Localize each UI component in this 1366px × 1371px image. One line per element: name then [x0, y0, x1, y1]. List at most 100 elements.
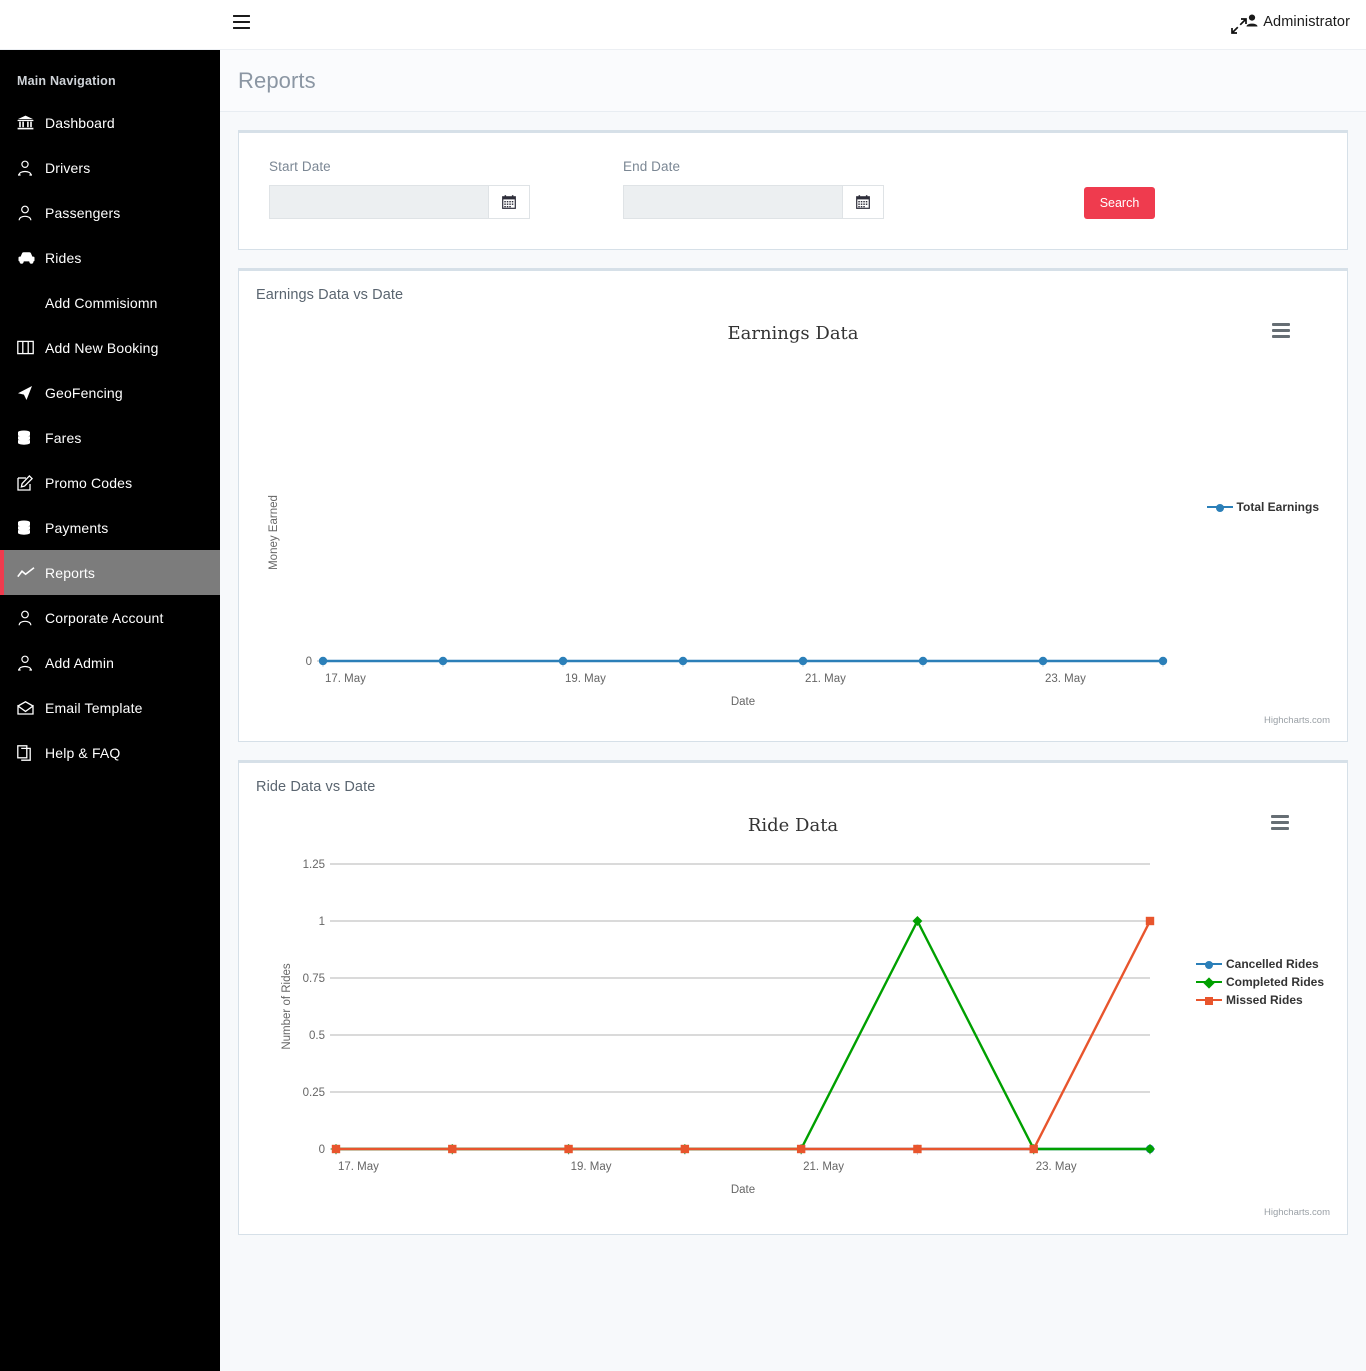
svg-text:Date: Date	[731, 1184, 755, 1196]
svg-text:17. May: 17. May	[325, 673, 366, 685]
legend-item[interactable]: Missed Rides	[1195, 991, 1324, 1009]
svg-text:21. May: 21. May	[803, 1161, 844, 1173]
svg-text:0.5: 0.5	[309, 1030, 325, 1042]
legend-marker-icon	[1206, 501, 1233, 513]
page-title: Reports	[238, 67, 316, 93]
page-header: Reports	[220, 50, 1366, 112]
sidebar-item-label: Add Admin	[45, 654, 115, 671]
legend-item[interactable]: Cancelled Rides	[1195, 955, 1324, 973]
chart-line-icon	[17, 566, 45, 579]
sidebar-item-label: Reports	[45, 564, 96, 581]
sidebar-item-corporate-account[interactable]: Corporate Account	[0, 595, 220, 640]
driver-icon	[17, 655, 45, 671]
sidebar-item-add-new-booking[interactable]: Add New Booking	[0, 325, 220, 370]
svg-text:0.75: 0.75	[303, 973, 325, 985]
end-date-calendar-icon[interactable]	[842, 185, 884, 219]
sidebar-item-reports[interactable]: Reports	[0, 550, 220, 595]
sidebar-item-label: Payments	[45, 519, 109, 536]
svg-text:23. May: 23. May	[1036, 1161, 1077, 1173]
sidebar-item-label: Promo Codes	[45, 474, 133, 491]
legend-label: Total Earnings	[1236, 500, 1319, 514]
start-date-input-group	[269, 185, 530, 219]
bank-icon	[17, 115, 45, 130]
svg-text:Number of Rides: Number of Rides	[281, 963, 293, 1050]
sidebar-item-email-template[interactable]: Email Template	[0, 685, 220, 730]
sidebar-item-payments[interactable]: Payments	[0, 505, 220, 550]
search-button[interactable]: Search	[1084, 187, 1155, 219]
earnings-chart-title: Earnings Data	[727, 323, 859, 344]
sidebar: Main Navigation Dashboard Drivers Passenge…	[0, 46, 220, 1371]
sidebar-item-dashboard[interactable]: Dashboard	[0, 100, 220, 145]
sidebar-item-label: Rides	[45, 249, 82, 266]
earnings-chart: Earnings Data 0 Money Earned 17. May 19. Ma…	[239, 303, 1347, 734]
legend-label: Missed Rides	[1225, 993, 1303, 1007]
end-date-input[interactable]	[623, 185, 842, 219]
chart-context-menu-icon[interactable]	[1272, 323, 1290, 338]
sidebar-item-fares[interactable]: Fares	[0, 415, 220, 460]
end-date-group: End Date	[623, 159, 884, 219]
user-icon	[1246, 14, 1258, 30]
earnings-plot-area: 0 Money Earned 17. May 19. May 21. May 23. Ma…	[239, 344, 1347, 734]
sidebar-item-promo-codes[interactable]: Promo Codes	[0, 460, 220, 505]
end-date-label: End Date	[623, 159, 681, 174]
legend-item[interactable]: Total Earnings	[1206, 498, 1319, 516]
sidebar-item-help-faq[interactable]: Help & FAQ	[0, 730, 220, 775]
sidebar-item-label: Drivers	[45, 159, 91, 176]
svg-text:Date: Date	[731, 696, 755, 708]
legend-item[interactable]: Completed Rides	[1195, 973, 1324, 991]
svg-text:0.25: 0.25	[303, 1087, 325, 1099]
chart-context-menu-icon[interactable]	[1271, 815, 1289, 830]
sidebar-item-add-admin[interactable]: Add Admin	[0, 640, 220, 685]
hamburger-icon[interactable]	[233, 15, 253, 35]
sidebar-item-passengers[interactable]: Passengers	[0, 190, 220, 235]
location-icon	[17, 385, 45, 401]
svg-text:19. May: 19. May	[571, 1161, 612, 1173]
filter-card-body: Start Date End Date Search	[239, 133, 1347, 249]
sidebar-item-rides[interactable]: Rides	[0, 235, 220, 280]
ride-plot-area: 0 0.25 0.5 0.75 1 1.25 Number of Rides 17. May 1…	[239, 836, 1347, 1226]
car-icon	[17, 251, 45, 265]
legend-label: Cancelled Rides	[1225, 957, 1319, 971]
user-icon	[17, 205, 45, 221]
svg-text:23. May: 23. May	[1045, 673, 1086, 685]
svg-text:0: 0	[306, 656, 312, 668]
svg-text:21. May: 21. May	[805, 673, 846, 685]
sidebar-item-add-commisiomn[interactable]: Add Commisiomn	[0, 280, 220, 325]
start-date-calendar-icon[interactable]	[488, 185, 530, 219]
ride-chart-title: Ride Data	[747, 815, 839, 836]
svg-text:Money Earned: Money Earned	[268, 495, 280, 570]
start-date-label: Start Date	[269, 159, 331, 174]
user-menu[interactable]: Administrator	[1246, 14, 1350, 30]
sidebar-item-drivers[interactable]: Drivers	[0, 145, 220, 190]
legend-marker-icon	[1195, 958, 1222, 970]
database-icon	[17, 430, 45, 446]
sidebar-item-label: Dashboard	[45, 114, 115, 131]
ride-card-title: Ride Data vs Date	[256, 779, 376, 795]
svg-text:1.25: 1.25	[303, 859, 325, 871]
sidebar-item-geofencing[interactable]: GeoFencing	[0, 370, 220, 415]
ride-credit[interactable]: Highcharts.com	[1264, 1207, 1330, 1218]
sidebar-section-title: Main Navigation	[17, 74, 116, 88]
sidebar-item-label: Add Commisiomn	[45, 294, 158, 311]
book-icon	[17, 340, 45, 355]
earnings-chart-card: Earnings Data vs Date Earnings Data 0 Mon…	[238, 268, 1348, 742]
earnings-plot-svg: 0 Money Earned 17. May 19. May 21. May 23. Ma…	[268, 495, 1168, 708]
sidebar-item-label: Add New Booking	[45, 339, 159, 356]
legend-marker-icon	[1195, 976, 1222, 989]
sidebar-item-label: Email Template	[45, 699, 143, 716]
legend-marker-icon	[1195, 994, 1222, 1006]
edit-icon	[17, 474, 45, 491]
svg-text:19. May: 19. May	[565, 673, 606, 685]
ride-legend: Cancelled Rides Completed Rides Missed Rid…	[1195, 955, 1324, 1009]
start-date-group: Start Date	[269, 159, 530, 219]
driver-icon	[17, 160, 45, 176]
earnings-credit[interactable]: Highcharts.com	[1264, 715, 1330, 726]
filter-card: Start Date End Date Search	[238, 130, 1348, 250]
ride-chart-card: Ride Data vs Date Ride Data 0 0.25 0.5 0.75…	[238, 760, 1348, 1235]
user-name-label: Administrator	[1263, 14, 1350, 30]
sidebar-item-label: GeoFencing	[45, 384, 123, 401]
top-header-bar: Administrator	[0, 0, 1366, 50]
start-date-input[interactable]	[269, 185, 488, 219]
svg-text:0: 0	[319, 1144, 325, 1156]
sidebar-item-label: Help & FAQ	[45, 744, 121, 761]
